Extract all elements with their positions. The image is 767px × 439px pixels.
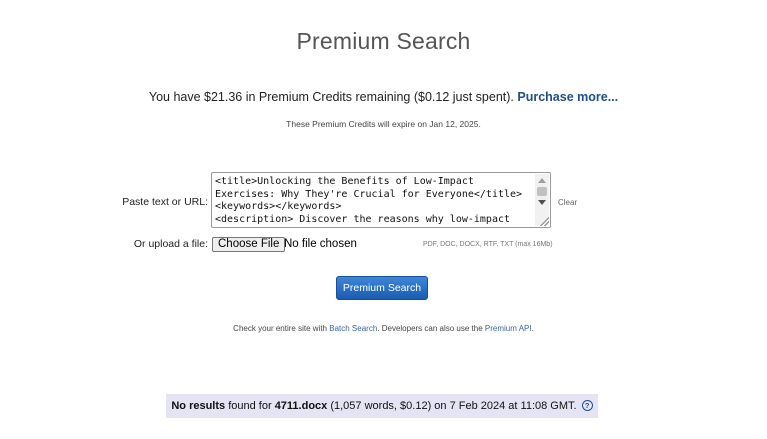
credits-expiry: These Premium Credits will expire on Jan… [286, 119, 481, 129]
result-details: (1,057 words, $0.12) on 7 Feb 2024 at 11… [330, 400, 577, 412]
footer-text-2: . Developers can also use the [377, 324, 483, 333]
footer-text-3: . [531, 324, 534, 333]
footer-text-1: Check your entire site with [233, 324, 327, 333]
footer-note: Check your entire site with Batch Search… [0, 324, 767, 333]
text-input-area[interactable]: <title>Unlocking the Benefits of Low-Imp… [211, 172, 551, 228]
no-results-label: No results [171, 400, 226, 412]
batch-search-link[interactable]: Batch Search [329, 324, 377, 333]
resize-grip-icon[interactable] [539, 216, 549, 226]
purchase-more-link[interactable]: Purchase more... [517, 90, 618, 104]
choose-file-button[interactable]: Choose File [212, 237, 286, 252]
clear-link[interactable]: Clear [558, 198, 577, 207]
file-type-hint: PDF, DOC, DOCX, RTF, TXT (max 16Mb) [423, 241, 553, 248]
result-filename: 4711.docx [274, 400, 328, 412]
page-title: Premium Search [296, 28, 471, 54]
premium-search-button[interactable]: Premium Search [336, 276, 428, 300]
credits-summary: You have $21.36 in Premium Credits remai… [0, 90, 767, 104]
file-status: No file chosen [284, 238, 357, 250]
found-for-text: found for [228, 400, 272, 412]
textarea-content[interactable]: <title>Unlocking the Benefits of Low-Imp… [212, 173, 550, 228]
credits-text: You have $21.36 in Premium Credits remai… [148, 90, 514, 104]
help-icon[interactable]: ? [581, 400, 593, 411]
upload-label: Or upload a file: [133, 238, 208, 250]
scroll-down-icon[interactable] [538, 200, 546, 205]
result-status-bar: No results found for 4711.docx (1,057 wo… [166, 394, 598, 418]
scroll-thumb[interactable] [537, 187, 547, 196]
premium-api-link[interactable]: Premium API [485, 324, 532, 333]
scroll-up-icon[interactable] [538, 178, 546, 183]
paste-label: Paste text or URL: [122, 196, 208, 208]
